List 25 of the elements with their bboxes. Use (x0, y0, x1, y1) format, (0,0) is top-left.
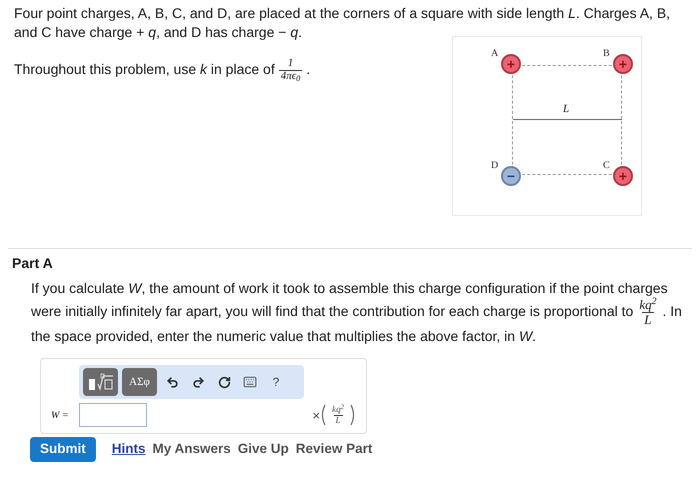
charge-label: D (491, 159, 498, 173)
redo-icon (192, 376, 204, 389)
action-link[interactable]: Review Part (296, 439, 372, 460)
answer-label: W = (51, 408, 70, 423)
templates-button[interactable] (83, 368, 118, 396)
left-paren-icon (320, 404, 326, 426)
right-paren-icon (350, 404, 356, 426)
part-title: Part A (12, 254, 54, 273)
problem-statement: Four point charges, A, B, C, and D, are placed at the corners of a square with side length L. Charges A, B, and C have charge + q, and D has charge − q. (14, 4, 672, 42)
templates-icon (88, 373, 114, 392)
answer-field[interactable] (79, 403, 147, 428)
units-factor: × kq$^{2}$ L (312, 404, 356, 426)
action-link[interactable]: Hints (112, 439, 146, 460)
charge-label: A (491, 47, 498, 61)
charge-label: B (603, 47, 610, 61)
charge-label: C (603, 159, 610, 173)
keyboard-icon (243, 375, 257, 390)
help-button[interactable]: ? (265, 371, 287, 394)
undo-icon (166, 376, 178, 389)
symbols-button[interactable]: ΑΣφ (122, 368, 157, 396)
action-link[interactable]: My Answers (152, 439, 231, 460)
reset-icon (218, 376, 230, 389)
side-length-label: L (563, 102, 570, 117)
action-link[interactable]: Give Up (238, 439, 289, 460)
submit-button[interactable]: Submit (30, 437, 96, 462)
